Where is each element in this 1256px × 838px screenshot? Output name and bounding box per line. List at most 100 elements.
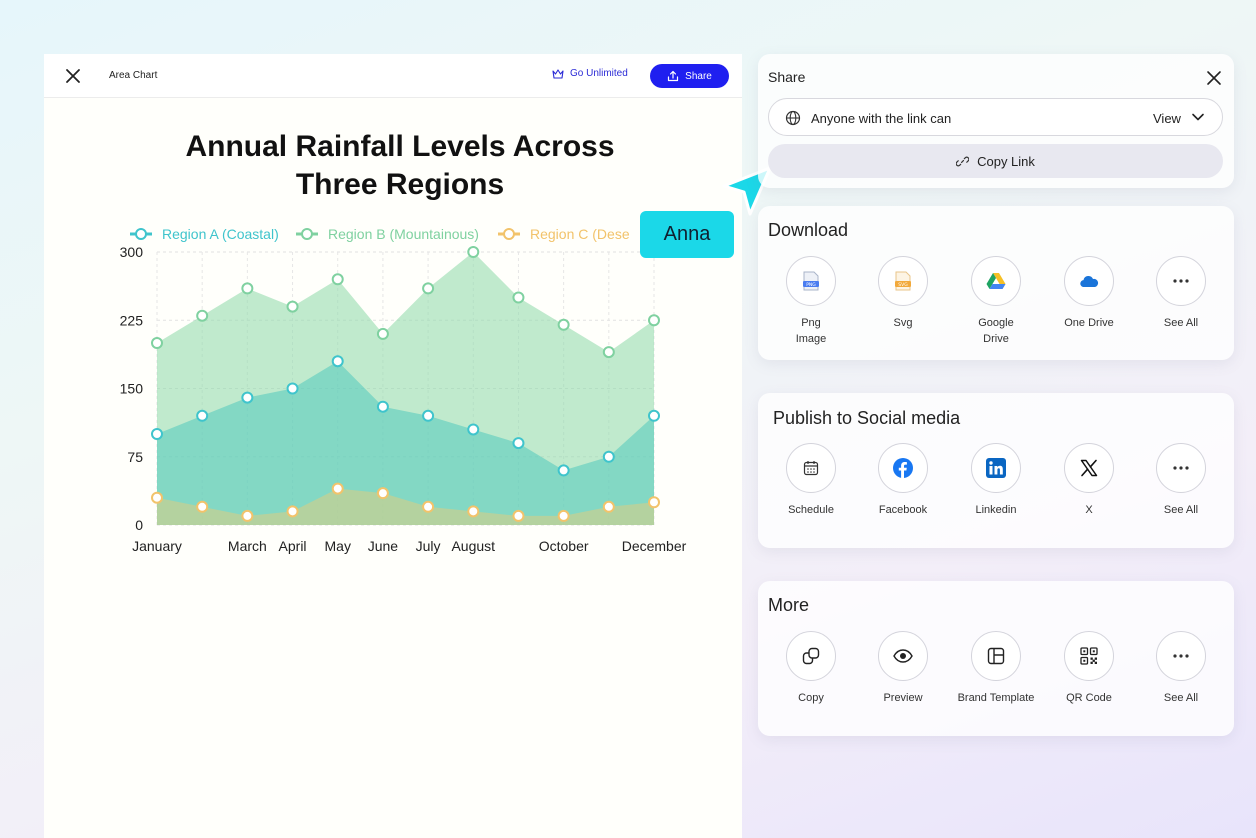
more-dots-icon [1173, 279, 1189, 283]
tile-label: Schedule [788, 504, 834, 516]
copy-link-button[interactable]: Copy Link [768, 144, 1223, 178]
data-point [196, 409, 209, 422]
tile-label: Preview [883, 692, 923, 704]
chart-editor: Area Chart Go Unlimited Share Annual Rai… [44, 54, 742, 838]
x-tick-label: March [228, 538, 267, 554]
data-point [241, 391, 254, 404]
social-facebook[interactable]: Facebook [858, 443, 948, 518]
social-title: Publish to Social media [773, 408, 961, 428]
download-title: Download [768, 220, 849, 240]
social-schedule[interactable]: Schedule [766, 443, 856, 518]
template-icon [987, 647, 1005, 665]
x-tick-label: January [132, 538, 182, 554]
share-button[interactable]: Share [650, 64, 729, 88]
area-chart: Annual Rainfall Levels Across Three Regio… [120, 130, 687, 554]
google-drive-icon [986, 273, 1006, 289]
social-see-all[interactable]: See All [1136, 443, 1226, 518]
x-tick-label: July [416, 538, 441, 554]
link-access-text: Anyone with the link can [811, 111, 952, 126]
download-google-drive[interactable]: Google Drive [951, 256, 1041, 347]
data-point [286, 300, 299, 313]
svg-text:SVG: SVG [898, 282, 908, 288]
y-tick-label: 300 [120, 244, 144, 260]
data-point [602, 450, 615, 463]
more-brand-template[interactable]: Brand Template [951, 631, 1041, 706]
tile-label: See All [1163, 692, 1199, 704]
more-see-all[interactable]: See All [1136, 631, 1226, 706]
download-panel: Download PNG Png Image SVG Svg Google Dr… [758, 206, 1234, 360]
download-one-drive[interactable]: One Drive [1044, 256, 1134, 331]
data-point [557, 509, 570, 522]
x-tick-label: June [368, 538, 399, 554]
copy-link-label: Copy Link [977, 153, 1035, 169]
more-dots-icon [1173, 466, 1189, 470]
data-point [467, 505, 480, 518]
y-tick-label: 225 [120, 312, 144, 328]
svg-text:PNG: PNG [806, 282, 816, 288]
x-logo-icon [1080, 459, 1098, 477]
more-panel: More Copy Preview Brand Template QR Code… [758, 581, 1234, 736]
data-point [196, 500, 209, 513]
globe-icon [785, 110, 801, 126]
close-icon[interactable] [1206, 70, 1222, 86]
data-point [467, 423, 480, 436]
close-icon[interactable] [64, 67, 82, 85]
tile-label: One Drive [1064, 317, 1114, 329]
link-icon [956, 156, 970, 166]
more-title: More [768, 595, 810, 615]
data-point [422, 409, 435, 422]
legend-label: Region A (Coastal) [162, 226, 279, 242]
go-unlimited-button[interactable]: Go Unlimited [552, 68, 628, 79]
data-point [151, 428, 163, 440]
crown-icon [552, 68, 564, 79]
y-tick-label: 75 [127, 449, 143, 465]
document-title: Area Chart [109, 70, 158, 81]
more-qr-code[interactable]: QR Code [1044, 631, 1134, 706]
social-linkedin[interactable]: Linkedin [951, 443, 1041, 518]
download-see-all[interactable]: See All [1136, 256, 1226, 331]
calendar-icon [803, 461, 819, 476]
data-point [648, 409, 660, 422]
download-svg[interactable]: SVG Svg [858, 256, 948, 331]
data-point [557, 464, 570, 477]
chart-title-line: Three Regions [296, 168, 504, 201]
data-point [241, 282, 254, 295]
legend-label: Region C (Dese [530, 226, 630, 242]
facebook-icon [893, 458, 913, 478]
data-point [331, 355, 344, 368]
tile-label: Png Image [795, 317, 827, 345]
data-point [422, 500, 435, 513]
link-access-value: View [1153, 111, 1181, 126]
tile-label: See All [1163, 504, 1199, 516]
data-point [196, 309, 209, 322]
link-access-dropdown[interactable]: Anyone with the link can View [768, 98, 1223, 136]
data-point [286, 505, 299, 518]
legend-marker [301, 228, 313, 240]
more-preview[interactable]: Preview [858, 631, 948, 706]
data-point [331, 482, 344, 495]
legend-marker [503, 228, 515, 240]
tile-label: Brand Template [957, 692, 1035, 704]
more-dots-icon [1173, 654, 1189, 658]
data-point [648, 496, 660, 509]
collaborator-cursor-label: Anna [640, 211, 734, 258]
x-tick-label: April [279, 538, 307, 554]
x-tick-label: August [451, 538, 495, 554]
linkedin-icon [986, 458, 1006, 478]
data-point [376, 327, 389, 340]
share-button-label: Share [685, 70, 712, 82]
data-point [331, 273, 344, 286]
png-file-icon: PNG [803, 271, 819, 291]
tile-label: See All [1163, 317, 1199, 329]
data-point [376, 487, 389, 500]
more-copy[interactable]: Copy [766, 631, 856, 706]
data-point [512, 509, 525, 522]
data-point [151, 491, 163, 504]
data-point [602, 346, 615, 359]
tile-label: Svg [893, 317, 913, 329]
social-x[interactable]: X [1044, 443, 1134, 518]
data-point [512, 437, 525, 450]
x-tick-label: December [622, 538, 687, 554]
download-png-image[interactable]: PNG Png Image [766, 256, 856, 347]
data-point [648, 314, 660, 327]
